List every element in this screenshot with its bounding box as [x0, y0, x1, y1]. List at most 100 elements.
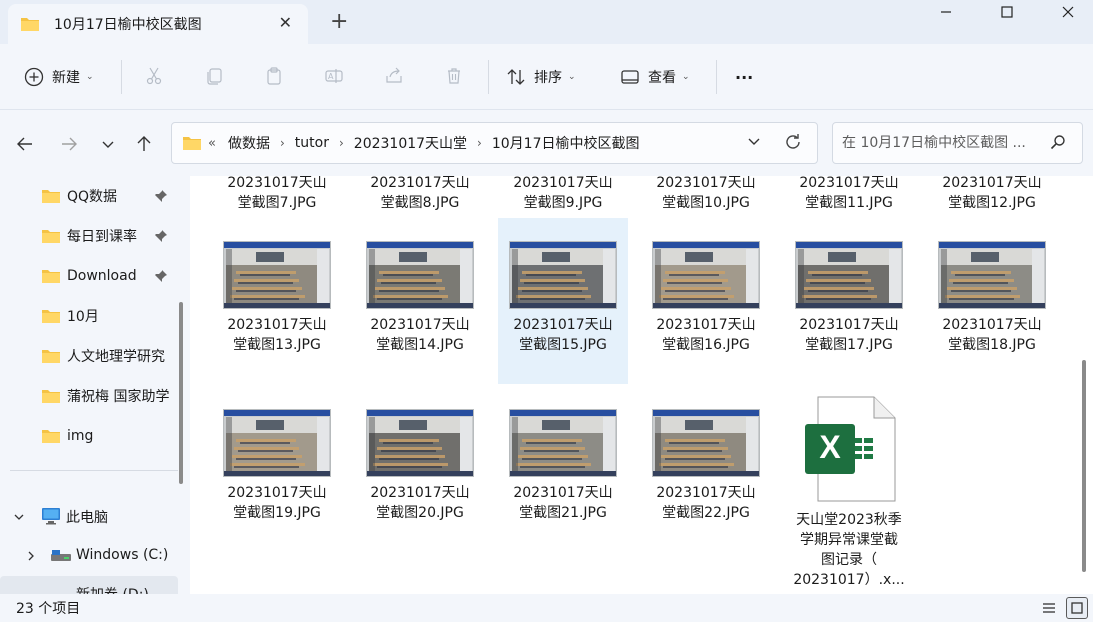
tab-title: 10月17日榆中校区截图: [54, 17, 202, 33]
file-view-scrollbar[interactable]: [1082, 360, 1086, 572]
pin-icon[interactable]: [154, 269, 168, 283]
back-button[interactable]: [13, 132, 37, 156]
chevron-right-icon[interactable]: ›: [477, 136, 482, 150]
more-options-button[interactable]: ···: [735, 62, 753, 92]
sidebar-item-human-geography[interactable]: 人文地理学研究: [0, 339, 178, 373]
tile-view-icon: [1071, 602, 1083, 614]
search-box[interactable]: [832, 122, 1083, 164]
sidebar-scrollbar[interactable]: [179, 302, 183, 484]
sidebar-item-img[interactable]: img: [0, 419, 178, 453]
sidebar-item-this-pc[interactable]: 此电脑: [0, 499, 178, 533]
cut-button[interactable]: [142, 64, 166, 88]
sort-button-label: 排序: [534, 70, 562, 86]
chevron-down-icon: ⌄: [682, 72, 690, 82]
arrow-up-icon: [137, 136, 151, 151]
chevron-down-icon[interactable]: [13, 511, 25, 523]
search-icon[interactable]: [1050, 134, 1066, 150]
sidebar-item-label: 新加卷 (D:): [76, 584, 149, 594]
search-input[interactable]: [842, 135, 1047, 151]
rename-button[interactable]: A: [322, 64, 346, 88]
file-item[interactable]: 20231017天山 堂截图14.JPG: [355, 218, 485, 384]
file-name-line: 20231017天山: [370, 176, 470, 191]
copy-button[interactable]: [202, 64, 226, 88]
minimize-button[interactable]: [923, 0, 969, 24]
share-button[interactable]: [382, 64, 406, 88]
refresh-icon[interactable]: [783, 132, 803, 152]
sort-button[interactable]: 排序 ⌄: [506, 62, 576, 92]
file-name-line: 堂截图10.JPG: [662, 195, 750, 211]
chevron-right-icon[interactable]: ›: [280, 136, 285, 150]
folder-icon: [21, 18, 39, 31]
sidebar-item-daily-attendance[interactable]: 每日到课率: [0, 219, 178, 253]
navigation-row: « 做数据 › tutor › 20231017天山堂 › 10月17日榆中校区…: [0, 110, 1093, 176]
file-item[interactable]: 20231017天山 堂截图8.JPG: [355, 176, 485, 218]
file-view: 20231017天山 堂截图7.JPG 20231017天山 堂截图8.JPG 2023…: [190, 176, 1093, 594]
file-item[interactable]: 20231017天山 堂截图16.JPG: [641, 218, 771, 384]
new-tab-button[interactable]: +: [330, 10, 348, 34]
file-item[interactable]: 20231017天山 堂截图19.JPG: [212, 386, 342, 552]
file-item-selected[interactable]: 20231017天山 堂截图15.JPG: [498, 218, 628, 384]
sidebar-item-qq-data[interactable]: QQ数据: [0, 179, 178, 213]
tab-close-icon[interactable]: ✕: [279, 13, 292, 32]
sidebar-item-download[interactable]: Download: [0, 259, 178, 293]
scissors-icon: [146, 67, 162, 85]
breadcrumb-item[interactable]: 20231017天山堂: [354, 133, 467, 153]
details-view-button[interactable]: [1038, 597, 1060, 619]
sidebar-item-drive-d[interactable]: 新加卷 (D:): [0, 576, 178, 594]
tab-current-folder[interactable]: 10月17日榆中校区截图 ✕: [8, 4, 308, 44]
sidebar-item-scholarship[interactable]: 蒲祝梅 国家助学: [0, 379, 178, 413]
new-button-label: 新建: [52, 70, 80, 86]
file-item[interactable]: 20231017天山 堂截图20.JPG: [355, 386, 485, 552]
sidebar-item-label: 人文地理学研究: [67, 349, 165, 365]
file-item[interactable]: 20231017天山 堂截图10.JPG: [641, 176, 771, 218]
file-item[interactable]: 20231017天山 堂截图22.JPG: [641, 386, 771, 552]
file-name-line: 图记录（: [821, 552, 877, 568]
file-item[interactable]: 20231017天山 堂截图18.JPG: [927, 218, 1057, 384]
delete-button[interactable]: [442, 64, 466, 88]
breadcrumb-item[interactable]: 做数据: [228, 133, 270, 153]
pin-icon[interactable]: [154, 229, 168, 243]
forward-button[interactable]: [57, 132, 81, 156]
close-button[interactable]: [1045, 0, 1091, 24]
breadcrumb-overflow[interactable]: «: [208, 136, 216, 151]
sidebar-item-label: Windows (C:): [76, 547, 169, 563]
file-item[interactable]: 20231017天山 堂截图7.JPG: [212, 176, 342, 218]
large-icons-view-button[interactable]: [1066, 597, 1088, 619]
file-name-line: 20231017天山: [227, 176, 327, 191]
file-item[interactable]: 20231017天山 堂截图21.JPG: [498, 386, 628, 552]
file-item[interactable]: 20231017天山 堂截图13.JPG: [212, 218, 342, 384]
up-button[interactable]: [132, 132, 156, 156]
folder-icon: [42, 430, 60, 443]
paste-button[interactable]: [262, 64, 286, 88]
breadcrumb-item[interactable]: 10月17日榆中校区截图: [492, 133, 640, 153]
new-button[interactable]: 新建 ⌄: [24, 62, 94, 92]
file-name-line: 堂截图9.JPG: [523, 195, 603, 211]
maximize-icon: [1001, 6, 1013, 18]
folder-icon: [42, 270, 60, 283]
recent-locations-button[interactable]: [96, 132, 120, 156]
folder-icon: [42, 190, 60, 203]
address-bar[interactable]: « 做数据 › tutor › 20231017天山堂 › 10月17日榆中校区…: [171, 122, 818, 164]
chevron-right-icon[interactable]: ›: [339, 136, 344, 150]
sidebar-item-label: QQ数据: [67, 189, 118, 205]
file-item-excel[interactable]: X 天山堂2023秋季 学期异常课堂截 图记录（ 20231017）.x...: [784, 386, 914, 591]
sidebar-item-october[interactable]: 10月: [0, 299, 178, 333]
pin-icon[interactable]: [154, 189, 168, 203]
file-item[interactable]: 20231017天山 堂截图9.JPG: [498, 176, 628, 218]
file-name-line: 20231017天山: [370, 485, 470, 501]
file-item[interactable]: 20231017天山 堂截图11.JPG: [784, 176, 914, 218]
maximize-button[interactable]: [984, 0, 1030, 24]
arrow-right-icon: [62, 137, 77, 151]
image-thumbnail: [509, 241, 617, 309]
breadcrumb-item[interactable]: tutor: [295, 135, 329, 151]
file-name-line: 20231017天山: [513, 485, 613, 501]
chevron-right-icon[interactable]: [25, 550, 37, 562]
sidebar-item-drive-c[interactable]: Windows (C:): [0, 539, 178, 573]
file-item[interactable]: 20231017天山 堂截图12.JPG: [927, 176, 1057, 218]
toolbar-divider: [716, 60, 717, 94]
status-bar: 23 个项目: [0, 594, 1093, 622]
address-history-chevron-icon[interactable]: [747, 134, 761, 148]
chevron-down-icon: ⌄: [86, 72, 94, 82]
view-button[interactable]: 查看 ⌄: [620, 62, 690, 92]
file-item[interactable]: 20231017天山 堂截图17.JPG: [784, 218, 914, 384]
